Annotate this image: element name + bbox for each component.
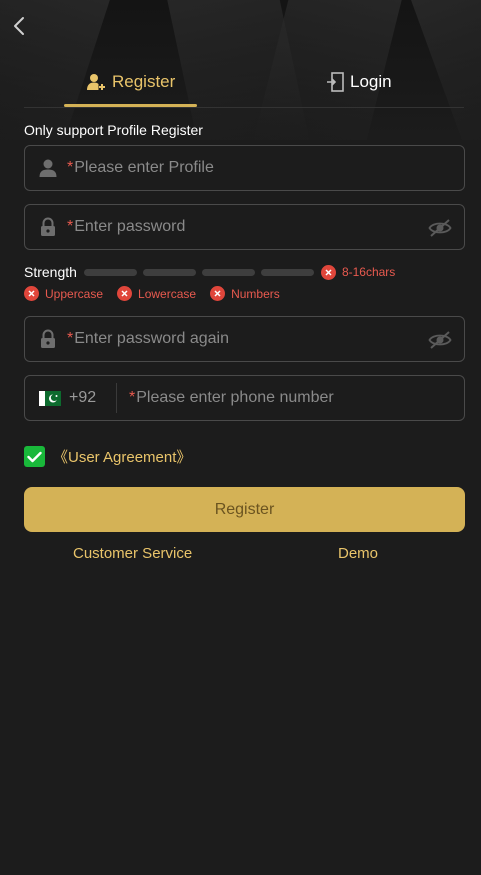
back-arrow-icon	[14, 17, 24, 35]
tab-register[interactable]: Register	[86, 58, 175, 106]
phone-input-placeholder: Please enter phone number	[136, 389, 334, 406]
rule-lowercase: Lowercase	[117, 286, 196, 301]
login-door-icon	[327, 72, 344, 92]
active-tab-indicator	[64, 104, 197, 107]
tab-register-label: Register	[112, 72, 176, 91]
strength-bar-1	[83, 268, 137, 276]
profile-field[interactable]: * Please enter Profile	[24, 145, 465, 191]
lock-icon	[37, 216, 59, 238]
required-mark: *	[67, 218, 74, 235]
close-x-icon	[24, 286, 39, 301]
required-mark: *	[129, 389, 136, 406]
eye-off-icon[interactable]	[428, 217, 452, 239]
password-rules: Uppercase Lowercase Numbers	[24, 286, 280, 301]
country-code[interactable]: +92	[69, 389, 109, 407]
back-button[interactable]	[8, 12, 30, 40]
add-user-icon	[87, 74, 105, 90]
rule-uppercase-label: Uppercase	[45, 286, 104, 301]
auth-tabs: Register Login	[24, 58, 464, 108]
strength-bar-2	[142, 268, 196, 276]
profile-input-placeholder: Please enter Profile	[74, 159, 214, 176]
demo-link[interactable]: Demo	[338, 545, 378, 562]
strength-bar-3	[201, 268, 255, 276]
rule-length-label: 8-16chars	[341, 265, 396, 279]
strength-label: Strength	[24, 264, 77, 280]
rule-numbers-label: Numbers	[231, 286, 280, 301]
register-type-label: Only support Profile Register	[24, 122, 203, 138]
rule-uppercase: Uppercase	[24, 286, 103, 301]
rule-length: 8-16chars	[320, 264, 396, 280]
close-x-icon	[320, 264, 336, 280]
agreement-row: 《User Agreement》	[24, 446, 191, 467]
user-agreement-link[interactable]: 《User Agreement》	[53, 446, 191, 467]
confirm-password-input-placeholder: Enter password again	[74, 330, 229, 347]
required-mark: *	[67, 330, 74, 347]
register-button[interactable]: Register	[24, 487, 465, 532]
checkmark-icon	[27, 451, 42, 462]
tab-login[interactable]: Login	[326, 58, 392, 106]
password-field[interactable]: * Enter password	[24, 204, 465, 250]
rule-numbers: Numbers	[210, 286, 280, 301]
password-strength: Strength 8-16chars	[24, 262, 395, 282]
customer-service-link[interactable]: Customer Service	[73, 545, 192, 562]
password-input-placeholder: Enter password	[74, 218, 186, 235]
phone-field[interactable]: +92 * Please enter phone number	[24, 375, 465, 421]
close-x-icon	[117, 286, 133, 301]
lock-icon	[37, 328, 59, 350]
close-x-icon	[210, 286, 226, 301]
agreement-checkbox[interactable]	[24, 446, 45, 467]
tab-login-label: Login	[350, 72, 392, 91]
rule-lowercase-label: Lowercase	[138, 286, 197, 301]
required-mark: *	[67, 159, 74, 176]
eye-off-icon[interactable]	[428, 329, 452, 351]
pakistan-flag-icon[interactable]	[39, 390, 61, 406]
confirm-password-field[interactable]: * Enter password again	[24, 316, 465, 362]
strength-bar-4	[260, 268, 314, 276]
user-icon	[37, 157, 59, 179]
divider	[116, 383, 117, 413]
